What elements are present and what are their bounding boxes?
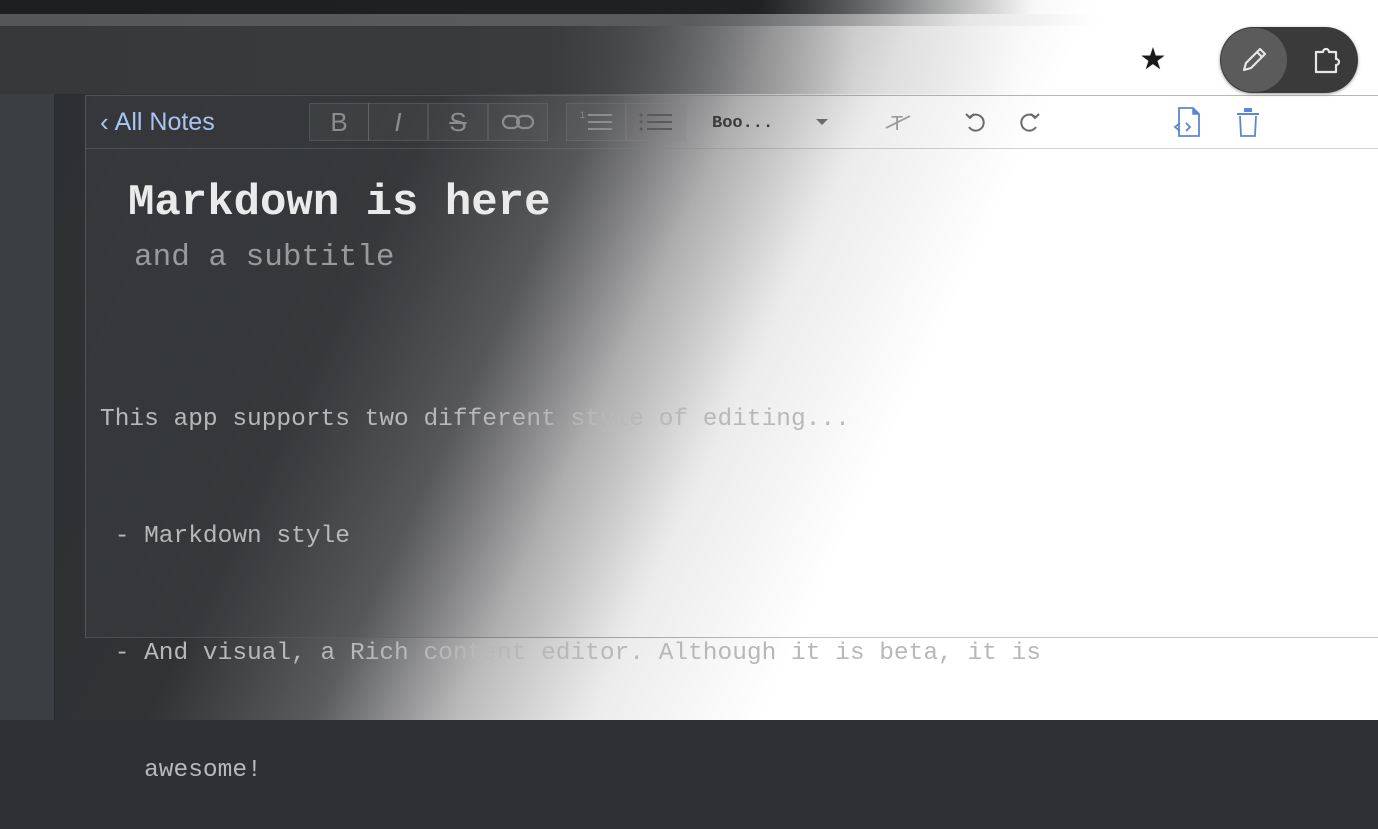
- strikethrough-button[interactable]: S: [428, 103, 488, 141]
- clear-format-button[interactable]: T: [878, 103, 918, 141]
- chevron-left-icon: ‹: [100, 107, 109, 137]
- style-select-value: Boo...: [712, 113, 774, 133]
- sidebar: [0, 94, 55, 720]
- undo-button[interactable]: [955, 103, 995, 141]
- redo-icon: [1020, 113, 1040, 132]
- bullet-list-icon: [639, 113, 672, 131]
- redo-button[interactable]: [1010, 103, 1050, 141]
- all-notes-link[interactable]: ‹ All Notes: [100, 106, 215, 138]
- bullet-list-button[interactable]: [626, 103, 686, 141]
- code-view-button[interactable]: [1168, 103, 1208, 141]
- undo-icon: [965, 113, 985, 132]
- star-icon[interactable]: ★: [1136, 42, 1170, 76]
- app-header: [0, 26, 1378, 94]
- note-title[interactable]: Markdown is here: [128, 178, 550, 228]
- list-item: - And visual, a Rich content editor. Alt…: [100, 640, 1041, 667]
- link-button[interactable]: [488, 103, 548, 141]
- bold-label: B: [330, 106, 348, 137]
- note-body[interactable]: This app supports two different style of…: [100, 322, 1200, 829]
- window-divider: [0, 14, 1378, 26]
- extension-icon[interactable]: [1308, 41, 1348, 79]
- code-file-icon: [1173, 107, 1200, 137]
- window-top-bar: [0, 0, 1378, 14]
- body-line: This app supports two different style of…: [100, 406, 850, 433]
- italic-label: I: [394, 106, 402, 137]
- list-item: - Markdown style: [100, 523, 350, 550]
- pencil-icon[interactable]: [1221, 28, 1287, 92]
- ordered-list-button[interactable]: 1: [566, 103, 626, 141]
- italic-button[interactable]: I: [368, 103, 428, 141]
- trash-icon: [1237, 108, 1259, 137]
- clear-format-icon: T: [885, 113, 911, 135]
- delete-button[interactable]: [1228, 103, 1268, 141]
- link-icon: [501, 114, 535, 130]
- chevron-down-icon: [816, 119, 828, 125]
- svg-text:1: 1: [580, 110, 585, 120]
- mode-toggle[interactable]: [1220, 27, 1358, 93]
- all-notes-label: All Notes: [114, 107, 215, 136]
- bold-button[interactable]: B: [309, 103, 369, 141]
- strikethrough-label: S: [449, 106, 467, 137]
- list-item-continuation: awesome!: [100, 757, 262, 784]
- note-subtitle[interactable]: and a subtitle: [134, 240, 394, 275]
- ordered-list-icon: 1: [580, 110, 612, 130]
- style-select[interactable]: Boo...: [712, 108, 830, 138]
